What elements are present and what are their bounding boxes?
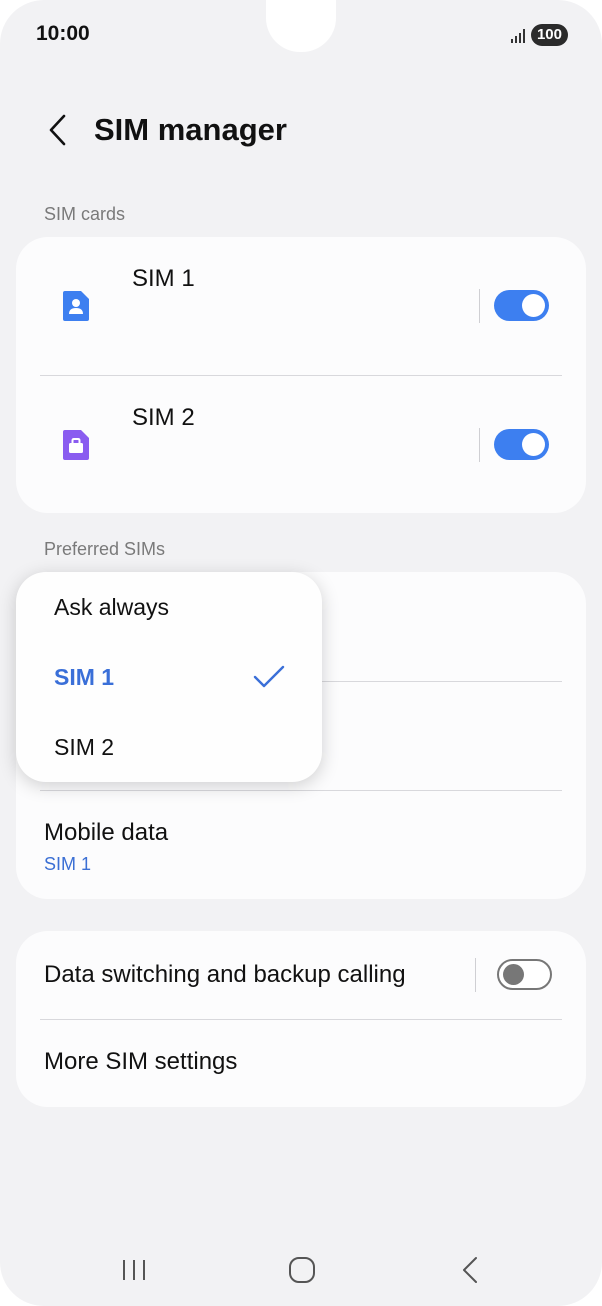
sim-cards-card: SIM 1 SIM 2 — [16, 237, 586, 513]
popup-option-sim-2[interactable]: SIM 2 — [16, 712, 322, 782]
back-nav-button[interactable] — [440, 1252, 500, 1288]
sim-row-1[interactable]: SIM 1 — [16, 237, 586, 375]
popup-option-sim-1[interactable]: SIM 1 — [16, 642, 322, 712]
data-switching-label: Data switching and backup calling — [44, 961, 406, 988]
sim-row-2[interactable]: SIM 2 — [16, 376, 586, 514]
header: SIM manager — [40, 108, 287, 152]
section-label-preferred-sims: Preferred SIMs — [44, 539, 166, 559]
mobile-data-value: SIM 1 — [44, 854, 92, 874]
popup-option-ask-always[interactable]: Ask always — [16, 572, 322, 642]
battery-indicator: 100 — [530, 24, 568, 46]
more-sim-settings-row[interactable]: More SIM settings — [16, 1020, 586, 1107]
sim-selection-popup: Ask always SIM 1 SIM 2 — [16, 572, 322, 782]
sim-person-icon — [63, 291, 89, 321]
checkmark-icon — [253, 665, 285, 688]
home-icon — [289, 1257, 315, 1283]
toggle-knob — [503, 964, 524, 985]
sim-2-toggle[interactable] — [494, 429, 549, 460]
data-switching-toggle[interactable] — [497, 959, 552, 990]
chevron-left-icon — [463, 1257, 477, 1283]
toggle-knob — [522, 433, 545, 456]
popup-option-label: SIM 2 — [54, 734, 115, 760]
navigation-bar — [0, 1240, 602, 1300]
sim-1-toggle[interactable] — [494, 290, 549, 321]
recents-icon — [123, 1260, 145, 1280]
popup-option-label: Ask always — [54, 594, 170, 620]
screen: 10:00 100 SIM manager SIM cards SIM 1 SI… — [0, 0, 602, 1306]
signal-icon — [510, 27, 525, 43]
extra-settings-card: Data switching and backup calling More S… — [16, 931, 586, 1107]
data-switching-row[interactable]: Data switching and backup calling — [16, 931, 586, 1019]
status-icons: 100 — [510, 24, 568, 46]
divider-vertical — [479, 289, 480, 323]
sim-1-name: SIM 1 — [132, 265, 195, 292]
chevron-left-icon — [49, 114, 66, 146]
status-time: 10:00 — [36, 22, 90, 45]
mobile-data-row[interactable]: Mobile data SIM 1 — [16, 791, 586, 899]
popup-option-label: SIM 1 — [54, 664, 115, 690]
recents-button[interactable] — [104, 1252, 164, 1288]
mobile-data-title: Mobile data — [44, 819, 169, 846]
page-title: SIM manager — [94, 112, 287, 147]
divider-vertical — [475, 958, 476, 992]
sim-briefcase-icon — [63, 430, 89, 460]
home-button[interactable] — [272, 1252, 332, 1288]
section-label-sim-cards: SIM cards — [44, 204, 126, 224]
more-sim-settings-label: More SIM settings — [44, 1048, 238, 1075]
toggle-knob — [522, 294, 545, 317]
camera-notch — [266, 0, 336, 52]
sim-2-name: SIM 2 — [132, 404, 195, 431]
back-button[interactable] — [40, 108, 74, 152]
divider-vertical — [479, 428, 480, 462]
